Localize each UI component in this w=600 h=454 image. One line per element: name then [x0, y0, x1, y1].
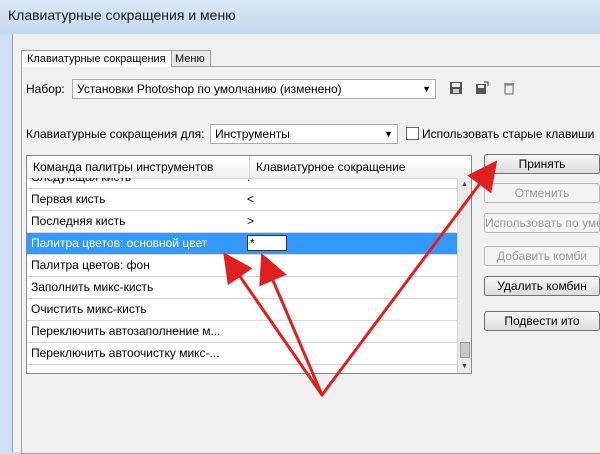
tab-keyboard-shortcuts[interactable]: Клавиатурные сокращения	[21, 50, 172, 67]
arrow-to-accept	[320, 160, 498, 397]
arrow-to-shortcut	[259, 252, 324, 397]
arrow-to-command	[223, 252, 324, 397]
annotation-arrows	[223, 160, 498, 397]
